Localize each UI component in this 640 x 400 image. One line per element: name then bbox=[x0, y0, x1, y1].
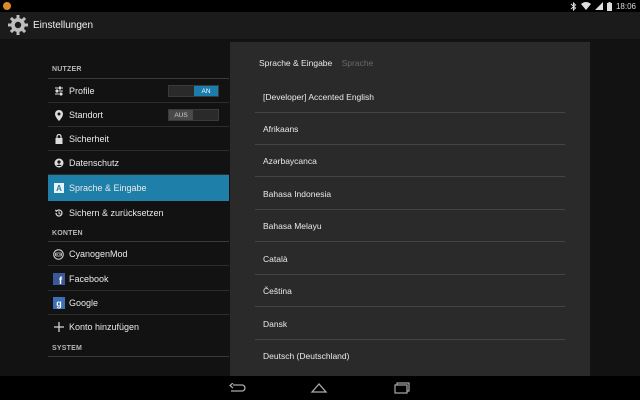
item-divider bbox=[48, 265, 229, 266]
category-nutzer: NUTZER bbox=[52, 66, 82, 73]
navigation-bar bbox=[0, 376, 640, 400]
privacy-icon bbox=[48, 151, 69, 175]
header-item-label: Sprache & Eingabe bbox=[69, 183, 147, 193]
language-label: Azərbaycanca bbox=[263, 156, 317, 166]
language-label: Bahasa Indonesia bbox=[263, 189, 332, 199]
svg-text:A: A bbox=[56, 184, 62, 193]
facebook-icon: f bbox=[48, 267, 69, 291]
header-item-privacy[interactable]: Datenschutz bbox=[48, 151, 229, 175]
header-item-location[interactable]: Standort AUS bbox=[48, 103, 229, 127]
language-item[interactable]: Bahasa Indonesia bbox=[255, 178, 565, 210]
language-label: Afrikaans bbox=[263, 124, 299, 134]
language-label: Català bbox=[263, 254, 288, 264]
language-item[interactable]: [Developer] Accented English bbox=[255, 81, 565, 113]
header-item-label: Facebook bbox=[69, 274, 109, 284]
location-pin-icon bbox=[48, 103, 69, 127]
header-item-cyanogenmod[interactable]: CyanogenMod bbox=[48, 242, 229, 266]
header-item-label: CyanogenMod bbox=[69, 249, 128, 259]
language-item[interactable]: Català bbox=[255, 243, 565, 275]
header-item-label: Google bbox=[69, 298, 99, 308]
language-divider bbox=[255, 176, 565, 177]
home-button[interactable] bbox=[308, 380, 330, 396]
location-toggle[interactable]: AUS bbox=[168, 109, 219, 121]
language-label: Dansk bbox=[263, 319, 288, 329]
header-item-label: Standort bbox=[69, 110, 104, 120]
signal-icon bbox=[594, 2, 603, 10]
profile-sliders-icon bbox=[48, 79, 69, 103]
home-icon bbox=[310, 383, 328, 393]
language-item[interactable]: Azərbaycanca bbox=[255, 145, 565, 177]
header-item-profile[interactable]: Profile AN bbox=[48, 79, 229, 103]
header-item-facebook[interactable]: f Facebook bbox=[48, 267, 229, 291]
app-title: Einstellungen bbox=[33, 20, 94, 31]
header-item-label: Profile bbox=[69, 86, 95, 96]
header-item-language-input[interactable]: A Sprache & Eingabe bbox=[48, 175, 229, 201]
profile-toggle[interactable]: AN bbox=[168, 85, 219, 97]
language-divider bbox=[255, 306, 565, 307]
language-item[interactable]: Bahasa Melayu bbox=[255, 210, 565, 242]
header-item-backup-reset[interactable]: Sichern & zurücksetzen bbox=[48, 201, 229, 225]
backup-restore-icon bbox=[48, 201, 69, 225]
status-icons: 18:06 bbox=[570, 0, 636, 12]
back-button[interactable] bbox=[227, 380, 249, 396]
notification-dot-icon bbox=[3, 2, 11, 10]
settings-gear-icon[interactable] bbox=[7, 14, 29, 36]
toggle-state: AUS bbox=[169, 110, 193, 120]
language-item[interactable]: Čeština bbox=[255, 275, 565, 307]
category-divider bbox=[48, 356, 229, 357]
language-divider bbox=[255, 241, 565, 242]
settings-header-list: NUTZER Profile AN Standort AUS Sicherhei… bbox=[48, 40, 229, 360]
header-item-label: Sicherheit bbox=[69, 134, 110, 144]
breadcrumb: Sprache & Eingabe Sprache bbox=[259, 58, 373, 68]
recent-apps-icon bbox=[394, 382, 410, 394]
status-time: 18:06 bbox=[615, 1, 636, 11]
header-item-security[interactable]: Sicherheit bbox=[48, 127, 229, 151]
back-icon bbox=[229, 383, 246, 392]
header-item-label: Sichern & zurücksetzen bbox=[69, 208, 164, 218]
language-item[interactable]: Afrikaans bbox=[255, 113, 565, 145]
battery-icon bbox=[606, 1, 612, 11]
breadcrumb-next: Sprache bbox=[341, 58, 374, 68]
google-icon: g bbox=[48, 291, 69, 315]
action-bar: Einstellungen bbox=[0, 12, 640, 40]
bluetooth-icon bbox=[570, 1, 577, 11]
header-item-label: Datenschutz bbox=[69, 158, 120, 168]
language-label: [Developer] Accented English bbox=[263, 92, 375, 102]
category-system: SYSTEM bbox=[52, 345, 82, 352]
language-item[interactable]: Deutsch (Deutschland) bbox=[255, 340, 565, 372]
lock-icon bbox=[48, 127, 69, 151]
language-label: Čeština bbox=[263, 286, 292, 296]
language-item[interactable]: Dansk bbox=[255, 308, 565, 340]
cyanogenmod-icon bbox=[48, 242, 69, 266]
language-label: Deutsch (Deutschland) bbox=[263, 351, 350, 361]
breadcrumb-current[interactable]: Sprache & Eingabe bbox=[259, 58, 332, 68]
plus-icon bbox=[48, 315, 69, 339]
header-item-add-account[interactable]: Konto hinzufügen bbox=[48, 315, 229, 339]
svg-text:g: g bbox=[56, 299, 62, 309]
toggle-state: AN bbox=[194, 86, 218, 96]
status-bar: 18:06 bbox=[0, 0, 640, 12]
header-item-google[interactable]: g Google bbox=[48, 291, 229, 315]
recent-apps-button[interactable] bbox=[391, 380, 413, 396]
header-item-label: Konto hinzufügen bbox=[69, 322, 140, 332]
category-konten: KONTEN bbox=[52, 230, 83, 237]
wifi-icon bbox=[580, 2, 591, 10]
language-a-icon: A bbox=[48, 176, 69, 200]
language-panel: Sprache & Eingabe Sprache [Developer] Ac… bbox=[230, 42, 590, 376]
language-label: Bahasa Melayu bbox=[263, 221, 322, 231]
